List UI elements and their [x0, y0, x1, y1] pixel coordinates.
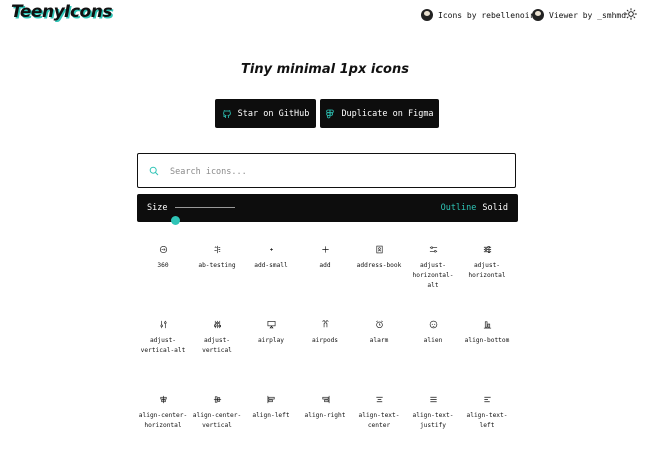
align-center-vertical-icon [213, 396, 221, 403]
icon-tile[interactable]: align-bottom [460, 318, 514, 393]
ab-testing-icon [213, 245, 220, 254]
logo[interactable]: TeenyIcons [11, 2, 112, 22]
icon-tile[interactable]: align-text- center [352, 393, 406, 468]
icon-label: align-right [304, 412, 346, 419]
icon-label: airpods [311, 337, 339, 344]
icon-tile[interactable]: align-text- left [460, 393, 514, 468]
icon-tile[interactable]: airplay [244, 318, 298, 393]
icon-label: add [319, 262, 331, 269]
icon-label: align-left [252, 412, 290, 419]
outline-toggle[interactable]: Outline [441, 203, 477, 213]
adjust-horizontal-icon [483, 246, 491, 253]
address-book-icon [375, 245, 383, 254]
star-on-github-label: Star on GitHub [237, 108, 310, 119]
controls-bar: Size Outline Solid [137, 194, 518, 225]
airpods-icon [321, 320, 329, 328]
align-text-left-icon [483, 396, 491, 403]
icon-tile[interactable]: ab-testing [190, 243, 244, 318]
icon-tile[interactable]: align-center- horizontal [136, 393, 190, 468]
icon-label: adjust- horizontal- alt [412, 262, 454, 289]
icon-tile[interactable]: align-left [244, 393, 298, 468]
icon-tile[interactable]: adjust- horizontal- alt [406, 243, 460, 318]
icon-label: align-center- horizontal [138, 412, 188, 429]
icon-label: 360 [157, 262, 169, 269]
duplicate-on-figma-label: Duplicate on Figma [341, 108, 434, 119]
icon-tile[interactable]: address-book [352, 243, 406, 318]
size-slider[interactable] [171, 207, 235, 225]
duplicate-on-figma-button[interactable]: Duplicate on Figma [320, 99, 439, 128]
icon-label: ab-testing [198, 262, 236, 269]
align-left-icon [267, 395, 275, 404]
icon-tile[interactable]: alarm [352, 318, 406, 393]
credit-viewer-author-link[interactable]: Viewer by _smhmd [532, 7, 626, 23]
add-icon [321, 246, 329, 253]
icon-label: adjust- horizontal [468, 262, 506, 279]
sun-icon[interactable] [625, 8, 637, 20]
alien-icon [429, 320, 437, 329]
align-text-justify-icon [429, 396, 437, 403]
alarm-icon [375, 320, 383, 329]
star-on-github-button[interactable]: Star on GitHub [215, 99, 316, 128]
icon-label: align-center- vertical [192, 412, 242, 429]
top-bar: TeenyIcons Icons by rebellenoire Viewer … [0, 0, 650, 30]
avatar [421, 9, 433, 21]
icon-grid: 360 ab-testing add-small add address-book adj… [136, 243, 516, 468]
icon-tile[interactable]: adjust- vertical-alt [136, 318, 190, 393]
icon-label: adjust- vertical-alt [140, 337, 186, 354]
icon-tile[interactable]: align-text- justify [406, 393, 460, 468]
solid-toggle[interactable]: Solid [482, 203, 508, 213]
icon-tile[interactable]: align-center- vertical [190, 393, 244, 468]
page-tagline: Tiny minimal 1px icons [241, 62, 409, 77]
icon-label: align-text- left [466, 412, 508, 429]
search-icon [149, 166, 159, 176]
size-label: Size [147, 203, 168, 213]
search-box [137, 153, 516, 188]
align-text-center-icon [375, 396, 383, 403]
icon-tile[interactable]: add-small [244, 243, 298, 318]
figma-icon [326, 109, 335, 118]
icon-tile[interactable]: 360 [136, 243, 190, 318]
icon-tile[interactable]: add [298, 243, 352, 318]
icon-label: adjust- vertical [202, 337, 232, 354]
icon-label: alarm [369, 337, 389, 344]
icon-label: align-text- center [358, 412, 400, 429]
align-right-icon [321, 395, 329, 404]
icon-tile[interactable]: adjust- vertical [190, 318, 244, 393]
search-input[interactable] [168, 160, 502, 184]
credit-icons-author-link[interactable]: Icons by rebellenoire [421, 7, 539, 23]
add-small-icon [269, 248, 273, 251]
credit-icons-author-text: Icons by rebellenoire [438, 10, 540, 20]
avatar [532, 9, 544, 21]
icon-tile[interactable]: airpods [298, 318, 352, 393]
size-slider-handle[interactable] [171, 216, 180, 225]
airplay-icon [267, 321, 275, 329]
adjust-horizontal-alt-icon [429, 246, 437, 253]
icon-label: align-bottom [464, 337, 510, 344]
icon-label: alien [423, 337, 443, 344]
icon-label: align-text- justify [412, 412, 454, 429]
icon-label: airplay [257, 337, 285, 344]
align-bottom-icon [483, 321, 491, 329]
adjust-vertical-icon [213, 320, 221, 329]
icon-label: add-small [254, 262, 288, 269]
github-icon [222, 109, 231, 118]
icon-tile[interactable]: adjust- horizontal [460, 243, 514, 318]
icon-tile[interactable]: align-right [298, 393, 352, 468]
style-toggle: Outline Solid [441, 203, 508, 213]
360-icon [159, 245, 167, 254]
icon-tile[interactable]: alien [406, 318, 460, 393]
icon-label: address-book [356, 262, 402, 269]
adjust-vertical-alt-icon [159, 320, 167, 329]
credit-viewer-author-text: Viewer by _smhmd [549, 10, 627, 20]
align-center-horizontal-icon [159, 395, 167, 404]
